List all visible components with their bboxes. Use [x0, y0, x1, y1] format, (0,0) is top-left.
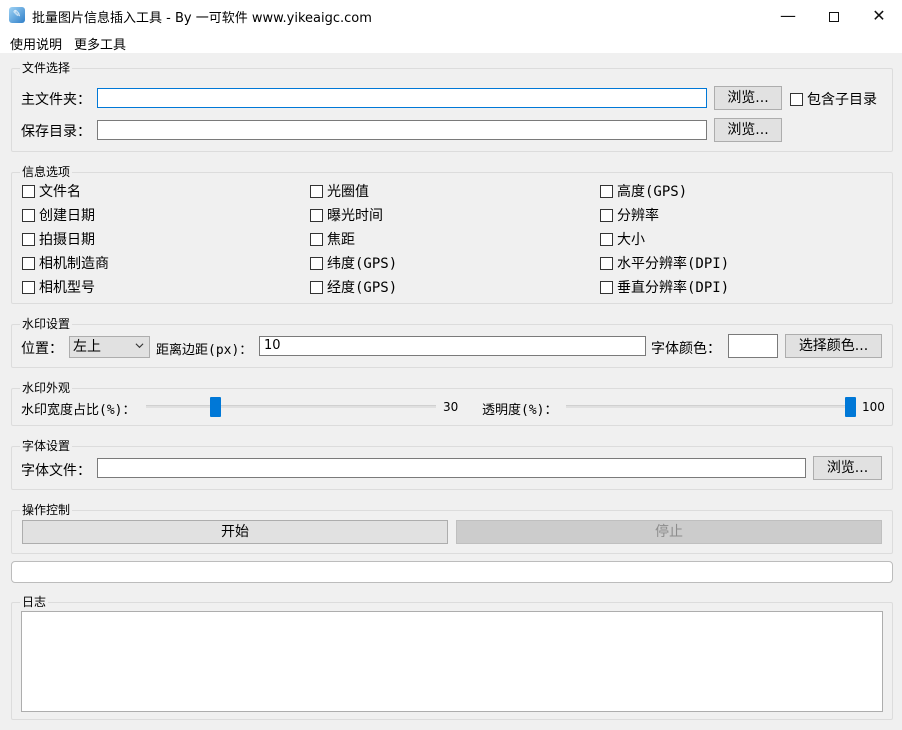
checkbox-icon [310, 232, 323, 246]
font-file-label: 字体文件： [21, 463, 91, 479]
checkbox-icon [310, 184, 323, 198]
opacity-slider-track[interactable] [566, 405, 856, 408]
group-title-control: 操作控制 [20, 503, 73, 517]
save-dir-input[interactable] [97, 120, 707, 140]
width-ratio-label: 水印宽度占比(%)： [21, 403, 136, 418]
option-shoot-date[interactable]: 拍摄日期 [22, 229, 95, 249]
menu-item-help[interactable]: 使用说明 [10, 34, 62, 53]
option-camera-model[interactable]: 相机型号 [22, 277, 95, 297]
option-camera-make[interactable]: 相机制造商 [22, 253, 109, 273]
width-ratio-slider-track[interactable] [146, 405, 436, 408]
position-label: 位置： [21, 341, 63, 357]
include-subdirs-checkbox[interactable]: 包含子目录 [790, 89, 877, 109]
option-longitude[interactable]: 经度(GPS) [310, 277, 397, 297]
option-v-dpi[interactable]: 垂直分辨率(DPI) [600, 277, 729, 297]
checkbox-icon [600, 280, 613, 294]
checkbox-icon [22, 280, 35, 294]
checkbox-icon [600, 184, 613, 198]
checkbox-icon [600, 208, 613, 222]
group-title-watermark: 水印设置 [20, 317, 73, 331]
checkbox-icon [22, 232, 35, 246]
minimize-icon: — [780, 6, 796, 25]
maximize-icon [829, 11, 839, 22]
checkbox-icon [790, 92, 803, 106]
margin-input[interactable]: 10 [259, 336, 646, 356]
browse-font-button[interactable]: 浏览... [813, 456, 882, 480]
close-button[interactable]: ✕ [856, 0, 902, 31]
opacity-slider-thumb[interactable] [845, 397, 856, 417]
close-icon: ✕ [872, 6, 886, 25]
checkbox-icon [22, 184, 35, 198]
option-filename[interactable]: 文件名 [22, 181, 81, 201]
width-ratio-value: 30 [443, 400, 459, 414]
maximize-button[interactable] [811, 0, 857, 31]
width-ratio-slider-thumb[interactable] [210, 397, 222, 417]
group-title-appearance: 水印外观 [20, 381, 73, 395]
main-folder-input[interactable] [97, 88, 707, 108]
option-altitude[interactable]: 高度(GPS) [600, 181, 687, 201]
checkbox-icon [310, 256, 323, 270]
start-button[interactable]: 开始 [22, 520, 448, 544]
checkbox-icon [600, 232, 613, 246]
app-icon: ✎ [9, 7, 25, 23]
group-title-file: 文件选择 [20, 61, 73, 75]
group-title-font: 字体设置 [20, 439, 73, 453]
save-dir-label: 保存目录： [21, 124, 91, 140]
option-latitude[interactable]: 纬度(GPS) [310, 253, 397, 273]
position-value: 左上 [73, 339, 101, 355]
title-bar: ✎ 批量图片信息插入工具 - By 一可软件 www.yikeaigc.com … [0, 0, 902, 31]
checkbox-icon [600, 256, 613, 270]
font-color-label: 字体颜色： [651, 341, 721, 357]
opacity-value: 100 [862, 400, 885, 414]
margin-label: 距离边距(px)： [156, 343, 253, 358]
log-textarea[interactable] [21, 611, 883, 712]
option-size[interactable]: 大小 [600, 229, 645, 249]
browse-main-folder-button[interactable]: 浏览... [714, 86, 782, 110]
position-select[interactable]: 左上 [69, 336, 150, 358]
window-title: 批量图片信息插入工具 - By 一可软件 www.yikeaigc.com [32, 11, 372, 26]
minimize-button[interactable]: — [765, 0, 811, 31]
include-subdirs-label: 包含子目录 [807, 92, 877, 108]
main-folder-label: 主文件夹： [21, 92, 91, 108]
font-color-swatch[interactable] [728, 334, 778, 358]
option-create-date[interactable]: 创建日期 [22, 205, 95, 225]
option-aperture[interactable]: 光圈值 [310, 181, 369, 201]
menu-bar: 使用说明 更多工具 [0, 31, 902, 53]
choose-color-button[interactable]: 选择颜色... [785, 334, 882, 358]
option-focal-length[interactable]: 焦距 [310, 229, 355, 249]
font-file-input[interactable] [97, 458, 806, 478]
info-options-group: 信息选项 [11, 165, 893, 304]
browse-save-dir-button[interactable]: 浏览... [714, 118, 782, 142]
group-title-info: 信息选项 [20, 165, 73, 179]
progress-bar [11, 561, 893, 583]
chevron-down-icon [135, 343, 144, 349]
opacity-label: 透明度(%)： [482, 403, 558, 418]
checkbox-icon [310, 280, 323, 294]
menu-item-more-tools[interactable]: 更多工具 [74, 34, 126, 53]
option-resolution[interactable]: 分辨率 [600, 205, 659, 225]
option-exposure[interactable]: 曝光时间 [310, 205, 383, 225]
option-h-dpi[interactable]: 水平分辨率(DPI) [600, 253, 729, 273]
checkbox-icon [22, 256, 35, 270]
checkbox-icon [310, 208, 323, 222]
group-title-log: 日志 [20, 595, 49, 609]
stop-button[interactable]: 停止 [456, 520, 882, 544]
checkbox-icon [22, 208, 35, 222]
